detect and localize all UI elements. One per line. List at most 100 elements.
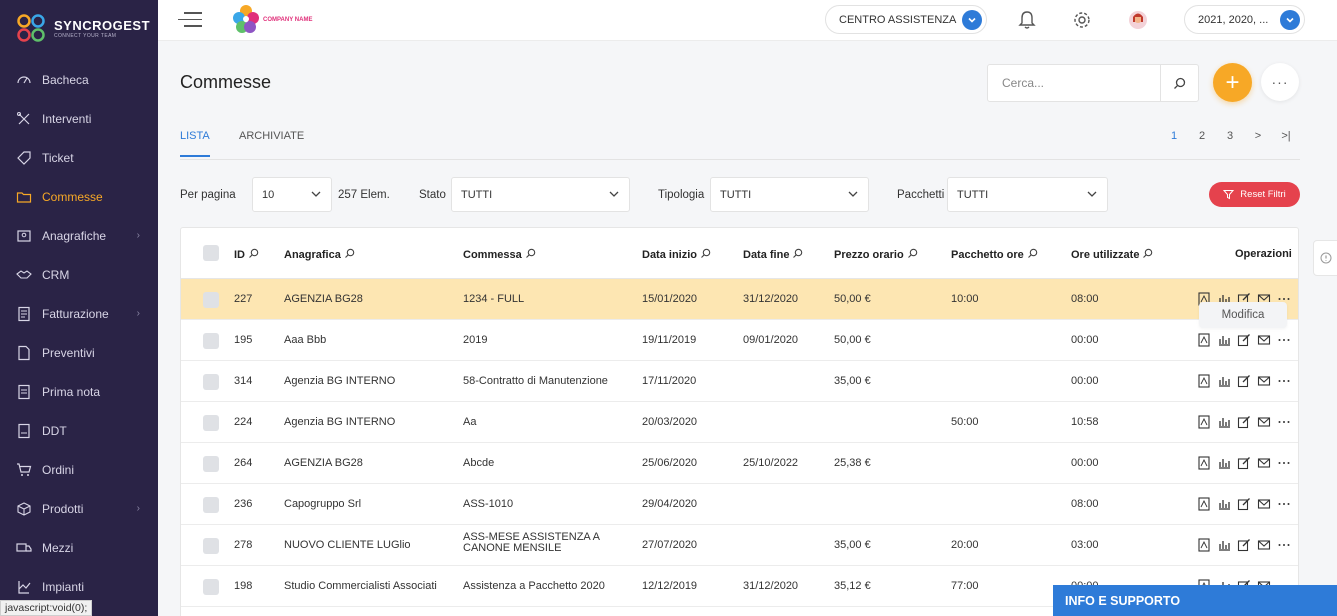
add-button[interactable]: + — [1213, 63, 1252, 102]
row-checkbox[interactable] — [203, 374, 219, 390]
chart-icon[interactable] — [1217, 497, 1231, 511]
sidebar-item-fatturazione[interactable]: Fatturazione › — [0, 294, 158, 333]
edit-icon[interactable] — [1237, 415, 1251, 429]
brand[interactable]: SYNCROGEST CONNECT YOUR TEAM — [0, 0, 158, 56]
column-header-commessa[interactable]: Commessa — [463, 248, 536, 262]
sidebar-item-commesse[interactable]: Commesse — [0, 177, 158, 216]
edit-icon[interactable] — [1237, 374, 1251, 388]
more-horizontal-icon[interactable] — [1277, 374, 1291, 388]
tipologia-select[interactable]: TUTTI — [710, 177, 869, 212]
chart-icon[interactable] — [1217, 538, 1231, 552]
support-button[interactable]: INFO E SUPPORTO — [1053, 585, 1337, 616]
column-header-id[interactable]: ID — [234, 248, 259, 262]
mail-icon[interactable] — [1257, 333, 1271, 347]
mail-icon[interactable] — [1257, 374, 1271, 388]
table-row[interactable]: 195 Aaa Bbb 2019 19/11/2019 09/01/2020 50,00 … — [181, 320, 1298, 361]
reset-filters-button[interactable]: Reset Filtri — [1209, 182, 1300, 207]
pdf-icon[interactable] — [1197, 538, 1211, 552]
row-checkbox[interactable] — [203, 497, 219, 513]
search-icon[interactable] — [1160, 65, 1198, 101]
assistance-select[interactable]: CENTRO ASSISTENZA — [825, 5, 987, 34]
mail-icon[interactable] — [1257, 456, 1271, 470]
edit-icon[interactable] — [1237, 456, 1251, 470]
sidebar-item-ordini[interactable]: Ordini — [0, 450, 158, 489]
stato-select[interactable]: TUTTI — [451, 177, 630, 212]
edit-icon[interactable] — [1237, 333, 1251, 347]
per-page-select[interactable]: 10 — [252, 177, 332, 212]
row-checkbox[interactable] — [203, 333, 219, 349]
sidebar-item-bacheca[interactable]: Bacheca — [0, 60, 158, 99]
sidebar-item-ddt[interactable]: DDT — [0, 411, 158, 450]
more-horizontal-icon[interactable] — [1277, 333, 1291, 347]
sidebar-item-interventi[interactable]: Interventi — [0, 99, 158, 138]
edit-icon[interactable] — [1237, 538, 1251, 552]
search-icon[interactable] — [248, 248, 259, 262]
row-checkbox[interactable] — [203, 292, 219, 308]
column-header-operazioni[interactable]: Operazioni — [1235, 248, 1292, 260]
page-3[interactable]: 3 — [1216, 130, 1244, 142]
tab-lista[interactable]: LISTA — [180, 130, 210, 157]
years-select[interactable]: 2021, 2020, ... — [1184, 5, 1305, 34]
mail-icon[interactable] — [1257, 497, 1271, 511]
row-checkbox[interactable] — [203, 456, 219, 472]
bell-icon[interactable] — [1016, 9, 1038, 31]
edit-icon[interactable] — [1237, 497, 1251, 511]
pdf-icon[interactable] — [1197, 374, 1211, 388]
table-row[interactable]: 227 AGENZIA BG28 1234 - FULL 15/01/2020 31/1… — [181, 279, 1298, 320]
info-side-tab[interactable] — [1313, 240, 1337, 276]
sidebar-item-preventivi[interactable]: Preventivi — [0, 333, 158, 372]
search-icon[interactable] — [792, 248, 803, 262]
row-checkbox[interactable] — [203, 579, 219, 595]
page-next[interactable]: > — [1244, 130, 1272, 142]
tab-archiviate[interactable]: ARCHIVIATE — [239, 130, 304, 155]
pacchetti-select[interactable]: TUTTI — [947, 177, 1108, 212]
more-horizontal-icon[interactable] — [1277, 497, 1291, 511]
table-row[interactable]: 236 Capogruppo Srl ASS-1010 29/04/2020 08:00 — [181, 484, 1298, 525]
column-header-pacchetto-ore[interactable]: Pacchetto ore — [951, 248, 1038, 262]
table-row[interactable]: 314 Agenzia BG INTERNO 58-Contratto di Man… — [181, 361, 1298, 402]
pdf-icon[interactable] — [1197, 456, 1211, 470]
sidebar-item-crm[interactable]: CRM — [0, 255, 158, 294]
page-2[interactable]: 2 — [1188, 130, 1216, 142]
chart-icon[interactable] — [1217, 333, 1231, 347]
chart-icon[interactable] — [1217, 415, 1231, 429]
table-row[interactable]: 278 NUOVO CLIENTE LUGlio ASS-MESE ASSISTEN… — [181, 525, 1298, 566]
column-header-ore-utilizzate[interactable]: Ore utilizzate — [1071, 248, 1153, 262]
chart-icon[interactable] — [1217, 374, 1231, 388]
pdf-icon[interactable] — [1197, 497, 1211, 511]
column-header-data-fine[interactable]: Data fine — [743, 248, 803, 262]
company-logo[interactable]: COMPANY NAME — [232, 3, 312, 37]
more-horizontal-icon[interactable] — [1277, 456, 1291, 470]
column-header-data-inizio[interactable]: Data inizio — [642, 248, 711, 262]
sidebar-item-anagrafiche[interactable]: Anagrafiche › — [0, 216, 158, 255]
select-all-checkbox[interactable] — [203, 245, 219, 261]
column-header-prezzo-orario[interactable]: Prezzo orario — [834, 248, 918, 262]
avatar[interactable] — [1127, 9, 1149, 31]
column-header-anagrafica[interactable]: Anagrafica — [284, 248, 355, 262]
more-options-button[interactable]: ··· — [1261, 63, 1299, 101]
search-icon[interactable] — [344, 248, 355, 262]
chart-icon[interactable] — [1217, 456, 1231, 470]
sidebar-item-prodotti[interactable]: Prodotti › — [0, 489, 158, 528]
more-horizontal-icon[interactable] — [1277, 415, 1291, 429]
sidebar-item-mezzi[interactable]: Mezzi — [0, 528, 158, 567]
search-icon[interactable] — [525, 248, 536, 262]
search-icon[interactable] — [700, 248, 711, 262]
sidebar-item-prima-nota[interactable]: Prima nota — [0, 372, 158, 411]
gear-icon[interactable] — [1071, 9, 1093, 31]
page-1[interactable]: 1 — [1160, 130, 1188, 142]
hamburger-menu-icon[interactable] — [178, 12, 202, 28]
table-row[interactable]: 264 AGENZIA BG28 Abcde 25/06/2020 25/10/2022… — [181, 443, 1298, 484]
mail-icon[interactable] — [1257, 538, 1271, 552]
pdf-icon[interactable] — [1197, 333, 1211, 347]
pdf-icon[interactable] — [1197, 415, 1211, 429]
sidebar-item-ticket[interactable]: Ticket — [0, 138, 158, 177]
page-last[interactable]: >| — [1272, 130, 1300, 142]
search-icon[interactable] — [907, 248, 918, 262]
search-icon[interactable] — [1027, 248, 1038, 262]
search-icon[interactable] — [1142, 248, 1153, 262]
row-checkbox[interactable] — [203, 415, 219, 431]
mail-icon[interactable] — [1257, 415, 1271, 429]
more-horizontal-icon[interactable] — [1277, 538, 1291, 552]
search-input[interactable] — [988, 65, 1160, 101]
